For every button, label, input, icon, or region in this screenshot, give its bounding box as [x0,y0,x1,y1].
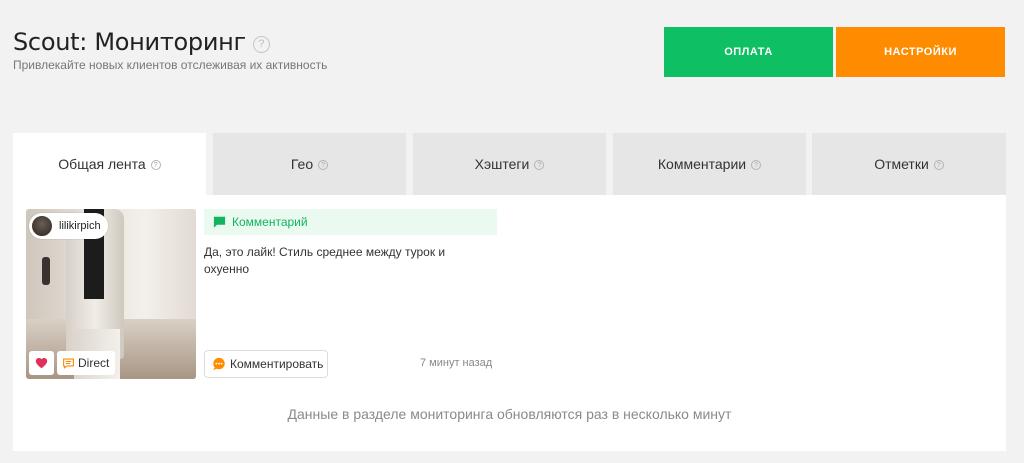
pay-button[interactable]: ОПЛАТА [664,27,833,77]
page-header: Scout: Мониторинг ? [13,28,270,56]
update-note: Данные в разделе мониторинга обновляются… [287,406,732,422]
feed-panel: lilikirpich Direct Комментарий Да, это л… [13,195,1006,451]
photo-figure [42,257,50,285]
reply-button[interactable]: Комментировать [204,350,328,378]
tab-label: Комментарии [657,156,747,172]
timestamp: 7 минут назад [420,357,493,369]
help-icon[interactable]: ? [751,160,762,170]
page-subtitle: Привлекайте новых клиентов отслеживая их… [13,58,328,72]
tab-general-feed[interactable]: Общая лента ? [13,133,206,195]
like-button[interactable] [29,351,54,375]
heart-icon [35,358,48,369]
post-image[interactable]: lilikirpich Direct [26,209,196,379]
help-icon[interactable]: ? [534,160,545,170]
tab-label: Хэштеги [474,156,530,172]
badge-label: Комментарий [232,215,308,229]
tab-mentions[interactable]: Отметки ? [812,133,1006,195]
chat-bubble-icon [63,357,74,369]
user-chip[interactable]: lilikirpich [29,213,108,239]
tab-label: Отметки [874,156,929,172]
username: lilikirpich [59,220,101,232]
reply-label: Комментировать [230,357,324,371]
tab-bar: Общая лента ? Гео ? Хэштеги ? Комментари… [13,133,1006,195]
tab-label: Общая лента [58,156,146,172]
direct-button[interactable]: Direct [57,351,116,375]
help-icon[interactable]: ? [318,160,329,170]
help-icon[interactable]: ? [252,35,270,53]
comment-icon [213,216,226,228]
tab-hashtags[interactable]: Хэштеги ? [413,133,606,195]
speech-bubble-icon [213,357,225,371]
tab-label: Гео [290,156,314,172]
help-icon[interactable]: ? [150,160,161,170]
comment-type-badge: Комментарий [204,209,497,235]
comment-text: Да, это лайк! Стиль среднее между турок … [204,245,446,276]
help-icon[interactable]: ? [933,160,944,170]
settings-button[interactable]: НАСТРОЙКИ [836,27,1005,77]
tab-geo[interactable]: Гео ? [213,133,406,195]
page-title: Scout: Мониторинг [13,28,246,56]
direct-label: Direct [78,356,110,370]
tab-comments[interactable]: Комментарии ? [613,133,806,195]
avatar [30,214,54,238]
